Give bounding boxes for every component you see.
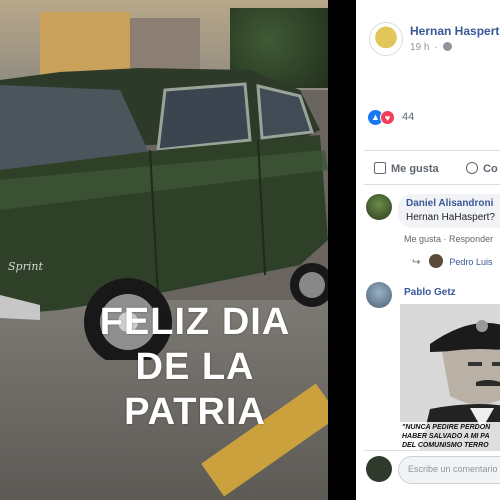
- comment-reply-link[interactable]: Responder: [449, 234, 493, 244]
- commenter-avatar[interactable]: [366, 194, 392, 220]
- image-caption-line: "NUNCA PEDIRE PERDON: [402, 424, 491, 431]
- divider: [364, 450, 500, 451]
- car-badge: Sprint: [8, 260, 43, 273]
- image-caption: "NUNCA PEDIRE PERDON HABER SALVADO A MI …: [400, 422, 500, 450]
- backdrop: [328, 0, 356, 500]
- comment-actions: Me gusta · Responder: [404, 234, 494, 244]
- reply-avatar: [428, 254, 443, 268]
- commenter-name[interactable]: Pablo Getz: [404, 287, 456, 298]
- divider: [364, 150, 500, 151]
- image-caption-line: HABER SALVADO A MI PA: [402, 433, 490, 440]
- post-photo[interactable]: Sprint FELIZ DIA DE LA PATRIA: [0, 0, 328, 500]
- comment-like-link[interactable]: Me gusta: [404, 234, 441, 244]
- comment-image[interactable]: "NUNCA PEDIRE PERDON HABER SALVADO A MI …: [400, 304, 500, 450]
- comment-icon: [466, 162, 478, 174]
- reply-author: Pedro Luis: [449, 257, 493, 267]
- love-icon: ♥: [380, 110, 395, 125]
- comment-text: Hernan HaHaspert?: [406, 212, 495, 223]
- author-avatar[interactable]: [369, 22, 403, 56]
- commenter-avatar[interactable]: [366, 282, 392, 308]
- reaction-count: 44: [402, 111, 415, 123]
- caption-line: FELIZ DIA: [99, 301, 291, 343]
- globe-icon: [443, 42, 453, 51]
- reply-thread[interactable]: ↪ Pedro Luis: [412, 254, 492, 268]
- current-user-avatar: [366, 456, 392, 482]
- post-time[interactable]: 19 h: [410, 42, 429, 53]
- commenter-name[interactable]: Daniel Alisandroni: [406, 198, 493, 209]
- image-caption-line: DEL COMUNISMO TERRO: [402, 442, 489, 449]
- author-name[interactable]: Hernan Haspert: [410, 24, 499, 38]
- like-button-label: Me gusta: [391, 163, 439, 175]
- reply-arrow-icon: ↪: [412, 257, 421, 268]
- post-meta: 19 h ·: [410, 42, 453, 53]
- comment-button-label: Co: [483, 163, 498, 175]
- post-panel: Hernan Haspert 19 h · ▲ ♥ 44 Me gusta Co…: [356, 0, 500, 500]
- comment-input-placeholder: Escribe un comentario: [408, 464, 498, 474]
- thumbs-up-icon: [374, 162, 386, 174]
- caption-line: DE LA: [135, 346, 255, 388]
- caption-line: PATRIA: [124, 391, 266, 433]
- divider: [364, 184, 500, 185]
- photo-caption: FELIZ DIA DE LA PATRIA: [90, 300, 300, 435]
- like-button[interactable]: Me gusta: [374, 162, 439, 175]
- comment-button[interactable]: Co: [466, 162, 498, 175]
